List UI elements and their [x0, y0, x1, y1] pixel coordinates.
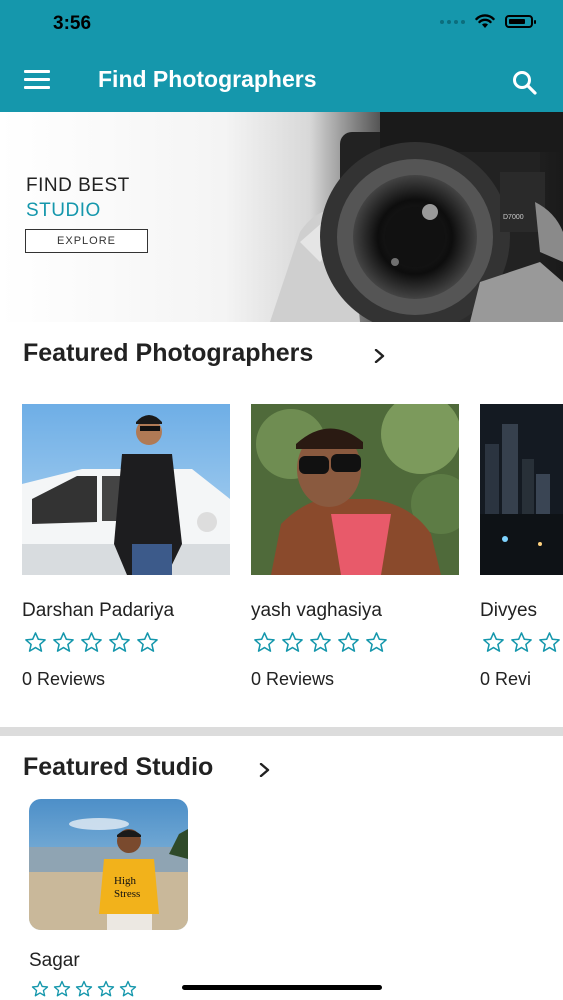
svg-text:Stress: Stress [114, 888, 140, 900]
star-icon [254, 632, 275, 652]
photographer-photo [251, 404, 459, 575]
photographer-name: Darshan Padariya [22, 600, 175, 621]
svg-text:High: High [114, 875, 137, 887]
star-icon [109, 632, 130, 652]
studio-card[interactable]: High Stress [29, 799, 188, 930]
star-icon [81, 632, 102, 652]
photographer-card[interactable]: Darshan Padariya 0 Reviews [22, 404, 230, 689]
star-icon [282, 632, 303, 652]
featured-studio-heading[interactable]: Featured Studio [23, 753, 213, 782]
photographer-card[interactable]: yash vaghasiya 0 Reviews [251, 404, 459, 689]
star-icon [25, 632, 46, 652]
star-icon [119, 980, 137, 997]
hero-banner: D7000 FIND BEST STUDIO EXPLORE [0, 112, 563, 322]
camera-model-label: D7000 [503, 214, 524, 221]
chevron-right-icon[interactable] [258, 763, 272, 777]
chevron-right-icon[interactable] [373, 349, 387, 363]
wifi-icon [475, 14, 495, 28]
photographer-name: Divyes [480, 600, 538, 621]
banner-line2: STUDIO [26, 200, 101, 221]
banner-line1: FIND BEST [26, 175, 130, 196]
star-icon [97, 980, 115, 997]
review-count: 0 Reviews [251, 669, 335, 689]
battery-icon [505, 15, 536, 28]
star-icon [310, 632, 331, 652]
rating-stars [482, 631, 561, 654]
rating-stars [31, 980, 137, 998]
page-title: Find Photographers [98, 66, 317, 92]
app-bar: 3:56 Find Photographers [0, 0, 563, 112]
featured-photographers-heading[interactable]: Featured Photographers [23, 339, 313, 368]
studio-photo: High Stress [29, 799, 188, 930]
star-icon [366, 632, 387, 652]
hamburger-icon [24, 70, 50, 73]
photographer-card[interactable]: Divyes 0 Revi [480, 404, 563, 704]
star-icon [338, 632, 359, 652]
star-icon [53, 632, 74, 652]
star-icon [483, 632, 504, 652]
star-icon [53, 980, 71, 997]
review-count: 0 Reviews [22, 669, 106, 689]
star-icon [31, 980, 49, 997]
review-count: 0 Revi [480, 669, 532, 689]
star-icon [539, 632, 560, 652]
explore-button[interactable]: EXPLORE [25, 229, 148, 253]
photographer-name: yash vaghasiya [251, 600, 382, 621]
status-icons [440, 14, 536, 29]
status-time: 3:56 [53, 13, 92, 34]
studio-name: Sagar [29, 950, 80, 971]
rating-stars [253, 631, 388, 654]
star-icon [137, 632, 158, 652]
search-icon[interactable] [510, 68, 540, 98]
signal-icon [440, 19, 465, 24]
photographer-photo [480, 404, 563, 575]
section-divider [0, 727, 563, 736]
star-icon [75, 980, 93, 997]
home-indicator[interactable] [182, 985, 382, 990]
menu-button[interactable] [24, 70, 52, 92]
star-icon [511, 632, 532, 652]
rating-stars [24, 631, 159, 654]
photographer-photo [22, 404, 230, 575]
